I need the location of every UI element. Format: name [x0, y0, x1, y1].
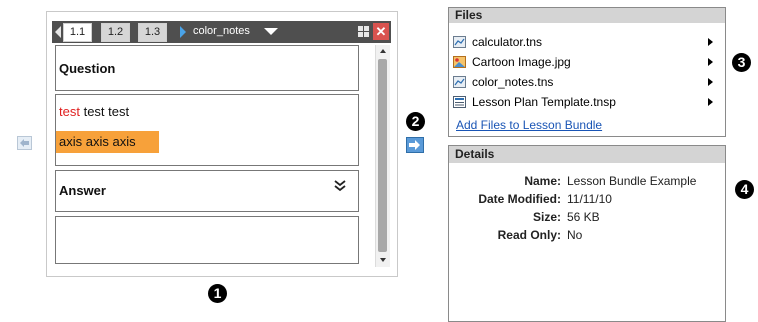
callout-4: 4	[735, 180, 754, 199]
question-title: Question	[59, 61, 116, 76]
answer-box[interactable]: Answer	[55, 170, 359, 212]
highlighted-text: axis axis axis	[56, 131, 159, 153]
tab-1-2[interactable]: 1.2	[101, 23, 130, 42]
remove-from-bundle-icon[interactable]	[17, 136, 32, 150]
tab-1-3[interactable]: 1.3	[138, 23, 167, 42]
details-panel: Details Name: Lesson Bundle Example Date…	[448, 145, 726, 322]
detail-label: Size:	[532, 210, 561, 224]
details-header: Details	[449, 146, 725, 163]
red-text: test	[59, 104, 80, 119]
file-name: Lesson Plan Template.tnsp	[472, 95, 616, 109]
tns-file-icon	[453, 36, 466, 48]
answer-title: Answer	[59, 183, 106, 198]
file-submenu-arrow-icon[interactable]	[708, 98, 713, 106]
detail-value: 56 KB	[567, 210, 600, 224]
scroll-down-icon[interactable]	[376, 254, 390, 266]
answer-input-box[interactable]	[55, 216, 359, 264]
file-item[interactable]: color_notes.tns	[453, 72, 721, 92]
question-box[interactable]: Question	[55, 45, 359, 91]
callout-1: 1	[208, 284, 227, 303]
file-item[interactable]: Lesson Plan Template.tnsp	[453, 92, 721, 112]
detail-value: No	[567, 228, 583, 242]
detail-row-read-only: Read Only: No	[449, 226, 725, 244]
file-submenu-arrow-icon[interactable]	[708, 58, 713, 66]
document-scrollbar[interactable]	[375, 45, 390, 267]
file-submenu-arrow-icon[interactable]	[708, 78, 713, 86]
tab-1-1[interactable]: 1.1	[63, 23, 92, 42]
detail-label: Read Only:	[497, 228, 561, 242]
next-page-icon[interactable]	[180, 26, 186, 38]
add-files-link[interactable]: Add Files to Lesson Bundle	[456, 118, 602, 132]
details-header-label: Details	[455, 147, 495, 161]
scroll-up-icon[interactable]	[376, 45, 390, 57]
tns-file-icon	[453, 76, 466, 88]
add-to-bundle-icon[interactable]	[406, 137, 424, 153]
detail-row-name: Name: Lesson Bundle Example	[449, 172, 725, 190]
file-item[interactable]: calculator.tns	[453, 32, 721, 52]
file-submenu-arrow-icon[interactable]	[708, 38, 713, 46]
file-item[interactable]: Cartoon Image.jpg	[453, 52, 721, 72]
files-panel: Files calculator.tns Cartoon Image.jpg c…	[448, 7, 726, 137]
files-header-label: Files	[455, 8, 483, 22]
detail-value: Lesson Bundle Example	[567, 174, 697, 188]
detail-value: 11/11/10	[567, 192, 612, 206]
detail-label: Date Modified:	[478, 192, 561, 206]
page-layout-icon[interactable]	[358, 25, 370, 38]
close-document-icon[interactable]: ✕	[373, 23, 389, 40]
file-name: calculator.tns	[472, 35, 543, 49]
detail-row-size: Size: 56 KB	[449, 208, 725, 226]
double-chevron-down-icon[interactable]	[334, 180, 346, 192]
files-header: Files	[449, 8, 725, 23]
document-titlebar: 1.1 1.2 1.3 color_notes ✕	[52, 21, 391, 43]
callout-3: 3	[732, 53, 751, 72]
black-text: test test	[79, 104, 130, 119]
template-file-icon	[453, 96, 466, 108]
detail-label: Name:	[524, 174, 561, 188]
detail-row-date-modified: Date Modified: 11/11/10	[449, 190, 725, 208]
notes-line-1: test test test	[59, 104, 129, 119]
notes-text-box[interactable]: test test test axis axis axis	[55, 94, 359, 166]
file-name: Cartoon Image.jpg	[472, 55, 571, 69]
previous-page-icon[interactable]	[55, 26, 61, 38]
document-menu-dropdown-icon[interactable]	[264, 28, 278, 35]
callout-2: 2	[406, 112, 425, 131]
document-name: color_notes	[193, 25, 250, 37]
document-content: Question test test test axis axis axis A…	[52, 43, 391, 269]
file-name: color_notes.tns	[472, 75, 554, 89]
image-file-icon	[453, 56, 466, 68]
scrollbar-thumb[interactable]	[378, 59, 387, 252]
